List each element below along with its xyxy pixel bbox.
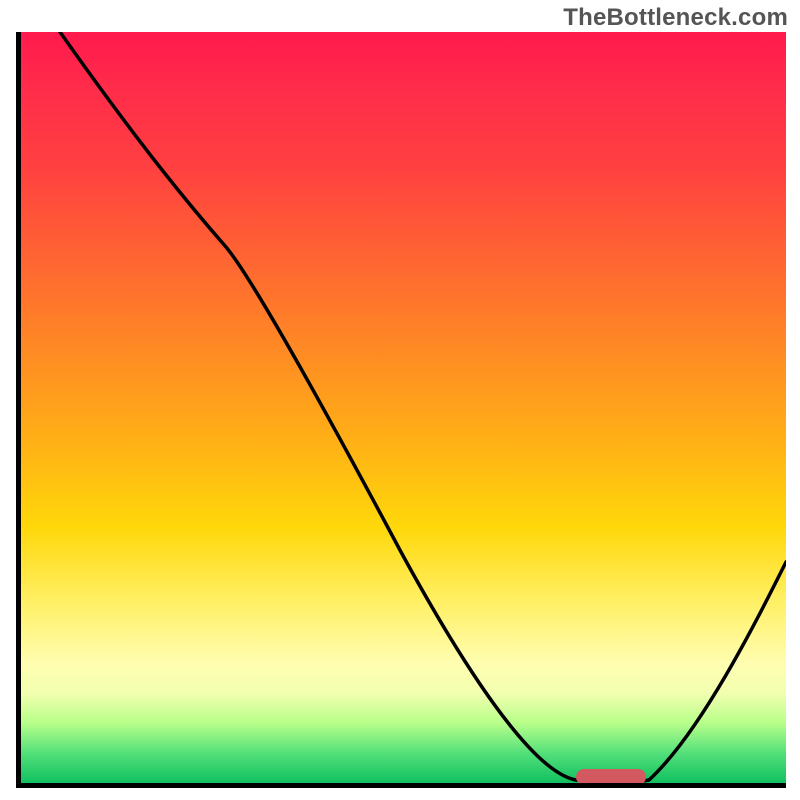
- optimal-marker: [576, 769, 646, 783]
- plot-frame: [16, 32, 786, 788]
- watermark-text: TheBottleneck.com: [563, 4, 788, 32]
- bottleneck-curve: [60, 32, 786, 782]
- chart-container: TheBottleneck.com: [0, 0, 800, 800]
- line-chart-svg: [21, 32, 786, 783]
